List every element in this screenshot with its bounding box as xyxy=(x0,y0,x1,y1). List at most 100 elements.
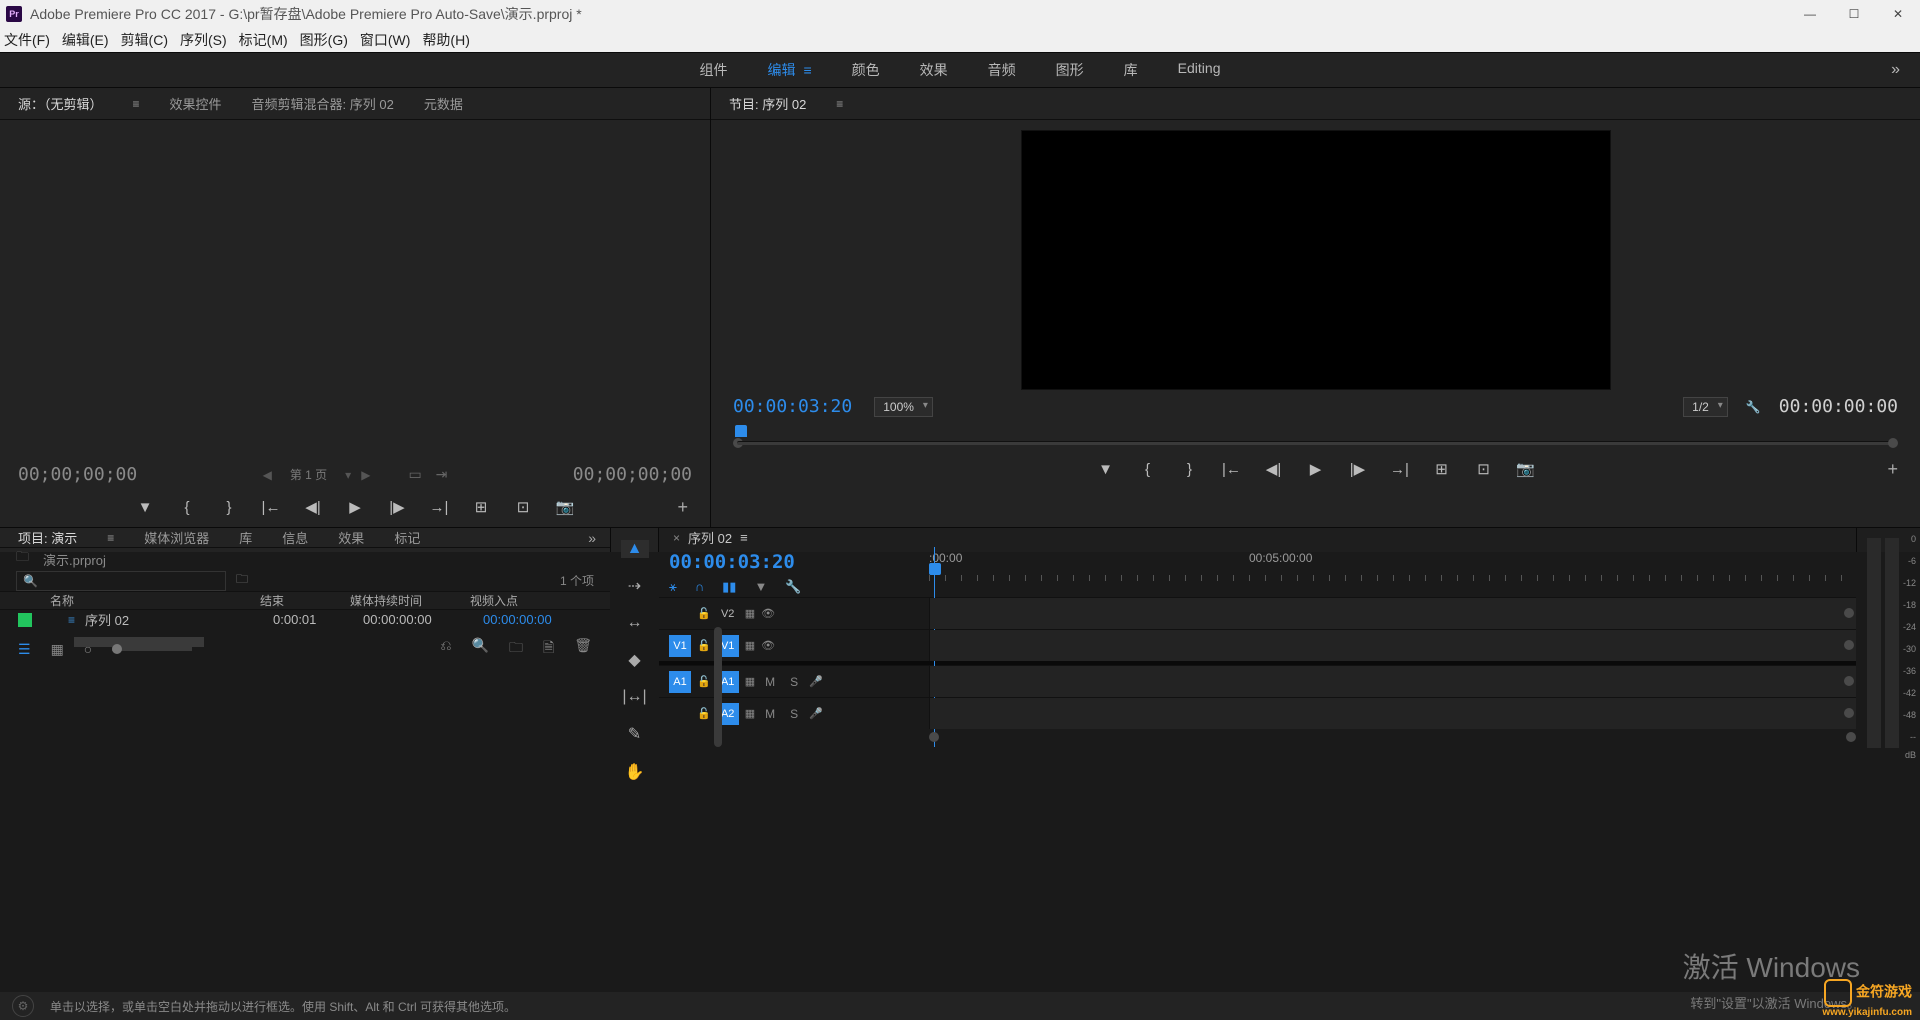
p-button-editor-icon[interactable]: + xyxy=(1887,459,1898,480)
mark-in-icon[interactable]: { xyxy=(177,497,197,517)
p-add-marker-icon[interactable]: ▼ xyxy=(1096,459,1116,479)
tab-project[interactable]: 项目: 演示 xyxy=(18,528,77,547)
go-in-icon[interactable]: |← xyxy=(261,497,281,517)
track-select-tool-icon[interactable]: ⇢ xyxy=(621,576,649,596)
v1-toggle-output-icon[interactable] xyxy=(761,639,775,652)
a2-sync-lock-icon[interactable] xyxy=(745,707,755,720)
workspace-audio[interactable]: 音频 xyxy=(988,60,1016,80)
v2-toggle-output-icon[interactable] xyxy=(761,607,775,620)
label-color-swatch[interactable] xyxy=(18,613,32,627)
timeline-tab-close-icon[interactable]: × xyxy=(673,531,680,545)
tab-source[interactable]: 源：（无剪辑） xyxy=(18,94,103,113)
col-media-duration[interactable]: 媒体持续时间 xyxy=(350,592,470,609)
a1-sync-lock-icon[interactable] xyxy=(745,675,755,688)
workspace-overflow-icon[interactable]: » xyxy=(1891,61,1900,79)
col-end[interactable]: 结束 xyxy=(260,592,350,609)
source-panel-menu-icon[interactable]: ≡ xyxy=(133,97,140,111)
maximize-button[interactable]: ☐ xyxy=(1832,0,1876,28)
close-button[interactable]: ✕ xyxy=(1876,0,1920,28)
v2-source-patch[interactable] xyxy=(669,603,691,625)
new-item-icon[interactable]: 🗎 xyxy=(543,637,554,661)
find-icon[interactable]: 🔍 xyxy=(472,637,489,661)
snap-icon[interactable]: ⚹ xyxy=(669,579,677,595)
zoom-dropdown[interactable]: 100% xyxy=(874,397,933,417)
auto-sequence-icon[interactable]: ⎌ xyxy=(440,637,451,661)
workspace-libraries[interactable]: 库 xyxy=(1124,60,1138,80)
menu-help[interactable]: 帮助(H) xyxy=(422,30,469,50)
program-panel-menu-icon[interactable]: ≡ xyxy=(836,97,843,111)
p-step-back-icon[interactable]: ◀| xyxy=(1264,459,1284,479)
v1-sync-lock-icon[interactable] xyxy=(745,639,755,652)
add-marker-tl-icon[interactable]: ▼ xyxy=(754,579,767,595)
v1-lock-icon[interactable] xyxy=(697,639,711,652)
program-playhead[interactable] xyxy=(735,425,747,437)
a2-source-patch[interactable] xyxy=(669,703,691,725)
fit-icon[interactable]: ▭ xyxy=(408,466,421,483)
selection-tool-icon[interactable]: ▲ xyxy=(621,540,649,558)
a2-lock-icon[interactable] xyxy=(697,707,711,720)
step-fwd-icon[interactable]: |▶ xyxy=(387,497,407,517)
overwrite-icon[interactable]: ⊡ xyxy=(513,497,533,517)
thumb-size-slider[interactable] xyxy=(112,647,192,651)
razor-tool-icon[interactable]: ◆ xyxy=(621,650,649,670)
play-icon[interactable]: ▶ xyxy=(345,497,365,517)
filter-bin-icon[interactable]: 🗀 xyxy=(236,570,248,591)
linked-selection-icon[interactable]: ∩ xyxy=(695,579,704,595)
project-panel-menu-icon[interactable]: ≡ xyxy=(107,531,114,545)
v-zoom-handle-2[interactable] xyxy=(1844,640,1854,650)
a1-mute-icon[interactable]: M xyxy=(761,675,779,689)
a2-voiceover-icon[interactable] xyxy=(809,707,823,720)
program-right-timecode[interactable]: 00:00:00:00 xyxy=(1779,396,1898,417)
status-gear-icon[interactable]: ⚙ xyxy=(12,995,34,1017)
a1-source-patch[interactable]: A1 xyxy=(669,671,691,693)
menu-sequence[interactable]: 序列(S) xyxy=(180,30,227,50)
panel-overflow-icon[interactable]: » xyxy=(588,530,596,546)
a-zoom-handle-2[interactable] xyxy=(1844,708,1854,718)
timeline-timecode[interactable]: 00:00:03:20 xyxy=(669,551,919,573)
timeline-ruler[interactable]: :00:00 00:05:00:00 xyxy=(929,547,1856,597)
timeline-sequence-name[interactable]: 序列 02 xyxy=(688,528,732,547)
mark-out-icon[interactable]: } xyxy=(219,497,239,517)
workspace-menu-icon[interactable]: ≡ xyxy=(804,62,812,78)
add-marker-icon[interactable]: ▼ xyxy=(135,497,155,517)
menu-window[interactable]: 窗口(W) xyxy=(360,30,411,50)
tab-libraries[interactable]: 库 xyxy=(239,528,252,547)
p-export-frame-icon[interactable]: 📷 xyxy=(1516,459,1536,479)
ripple-edit-tool-icon[interactable]: ↔ xyxy=(621,614,649,632)
quality-dropdown[interactable]: 1/2 xyxy=(1683,397,1728,417)
list-view-icon[interactable]: ☰ xyxy=(18,641,31,658)
menu-edit[interactable]: 编辑(E) xyxy=(62,30,109,50)
a1-solo-icon[interactable]: S xyxy=(785,675,803,689)
scrub-end-handle[interactable] xyxy=(1888,438,1898,448)
a2-mute-icon[interactable]: M xyxy=(761,707,779,721)
pager-prev-icon[interactable]: ◀ xyxy=(263,468,272,482)
source-right-timecode[interactable]: 00;00;00;00 xyxy=(573,464,692,485)
tab-metadata[interactable]: 元数据 xyxy=(424,94,463,113)
slip-tool-icon[interactable]: |↔| xyxy=(621,688,649,706)
pen-tool-icon[interactable]: ✎ xyxy=(621,724,649,744)
p-go-out-icon[interactable]: →| xyxy=(1390,459,1410,479)
tab-audio-mixer[interactable]: 音频剪辑混合器: 序列 02 xyxy=(252,94,394,113)
tab-markers[interactable]: 标记 xyxy=(394,528,420,547)
source-left-timecode[interactable]: 00;00;00;00 xyxy=(18,464,137,485)
p-step-fwd-icon[interactable]: |▶ xyxy=(1348,459,1368,479)
v1-source-patch[interactable]: V1 xyxy=(669,635,691,657)
button-editor-icon[interactable]: + xyxy=(677,497,688,518)
out-icon[interactable]: ⇥ xyxy=(436,466,448,483)
workspace-effects[interactable]: 效果 xyxy=(920,60,948,80)
pager-dropdown-icon[interactable]: ▾ xyxy=(345,468,351,482)
timeline-panel-menu-icon[interactable]: ≡ xyxy=(740,530,748,545)
a-zoom-handle[interactable] xyxy=(1844,676,1854,686)
bin-icon[interactable]: 🗀 xyxy=(16,548,29,570)
v2-target[interactable]: V2 xyxy=(717,603,739,625)
a1-voiceover-icon[interactable] xyxy=(809,675,823,688)
timeline-settings-icon[interactable]: 🔧 xyxy=(785,579,801,595)
tab-program[interactable]: 节目: 序列 02 xyxy=(729,94,806,113)
p-mark-in-icon[interactable]: { xyxy=(1138,459,1158,479)
program-scrub-bar[interactable] xyxy=(737,441,1894,445)
a2-solo-icon[interactable]: S xyxy=(785,707,803,721)
p-play-icon[interactable]: ▶ xyxy=(1306,459,1326,479)
hand-tool-icon[interactable]: ✋ xyxy=(621,762,649,782)
p-mark-out-icon[interactable]: } xyxy=(1180,459,1200,479)
pager-next-icon[interactable]: ▶ xyxy=(361,468,370,482)
